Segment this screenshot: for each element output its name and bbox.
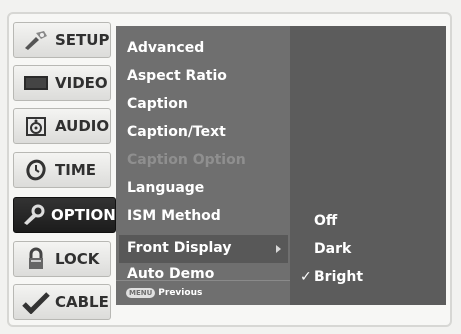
sidebar-item-label: AUDIO	[55, 117, 110, 135]
menu-item-caption-text[interactable]: Caption/Text	[127, 124, 226, 140]
sidebar-item-label: TIME	[55, 161, 96, 179]
sidebar-item-audio[interactable]: AUDIO	[13, 108, 111, 144]
menu-item-language[interactable]: Language	[127, 180, 204, 196]
option-bright[interactable]: ✓ Bright	[300, 269, 363, 285]
sidebar-item-label: VIDEO	[55, 74, 108, 92]
submenu-panel	[290, 26, 446, 305]
sidebar-item-label: LOCK	[55, 250, 100, 268]
menu-item-caption[interactable]: Caption	[127, 96, 188, 112]
option-label: Dark	[314, 241, 352, 257]
menu-item-caption-option: Caption Option	[127, 152, 246, 168]
lock-icon	[20, 247, 52, 271]
sidebar-item-setup[interactable]: SETUP	[13, 22, 111, 58]
option-off[interactable]: Off	[300, 213, 337, 229]
audio-icon	[20, 114, 52, 138]
video-icon	[20, 71, 52, 95]
sidebar-item-video[interactable]: VIDEO	[13, 65, 111, 101]
menu-key-icon[interactable]: MENU	[126, 288, 156, 298]
menu-item-front-display[interactable]: Front Display	[127, 240, 231, 256]
cable-icon	[20, 290, 52, 314]
submenu-arrow-icon	[276, 245, 281, 253]
option-icon	[20, 203, 48, 227]
sidebar-item-label: SETUP	[55, 31, 110, 49]
sidebar-item-lock[interactable]: LOCK	[13, 241, 111, 277]
option-label: Off	[314, 213, 338, 229]
time-icon	[20, 158, 52, 182]
menu-item-ism-method[interactable]: ISM Method	[127, 208, 221, 224]
setup-icon	[20, 28, 52, 52]
sidebar-item-time[interactable]: TIME	[13, 152, 111, 188]
sidebar-item-label: CABLE	[55, 293, 109, 311]
sidebar-item-label: OPTION	[51, 206, 116, 224]
option-dark[interactable]: Dark	[300, 241, 351, 257]
sidebar-item-cable[interactable]: CABLE	[13, 284, 111, 320]
menu-footer: MENU Previous	[116, 280, 290, 305]
sidebar-item-option[interactable]: OPTION	[13, 197, 116, 233]
previous-label: Previous	[158, 288, 203, 298]
check-icon: ✓	[300, 269, 312, 285]
menu-item-advanced[interactable]: Advanced	[127, 40, 204, 56]
sidebar: SETUP VIDEO AUDIO TIME OPTION LOCK CABLE	[13, 22, 116, 322]
menu-item-aspect-ratio[interactable]: Aspect Ratio	[127, 68, 227, 84]
option-label: Bright	[314, 269, 364, 285]
